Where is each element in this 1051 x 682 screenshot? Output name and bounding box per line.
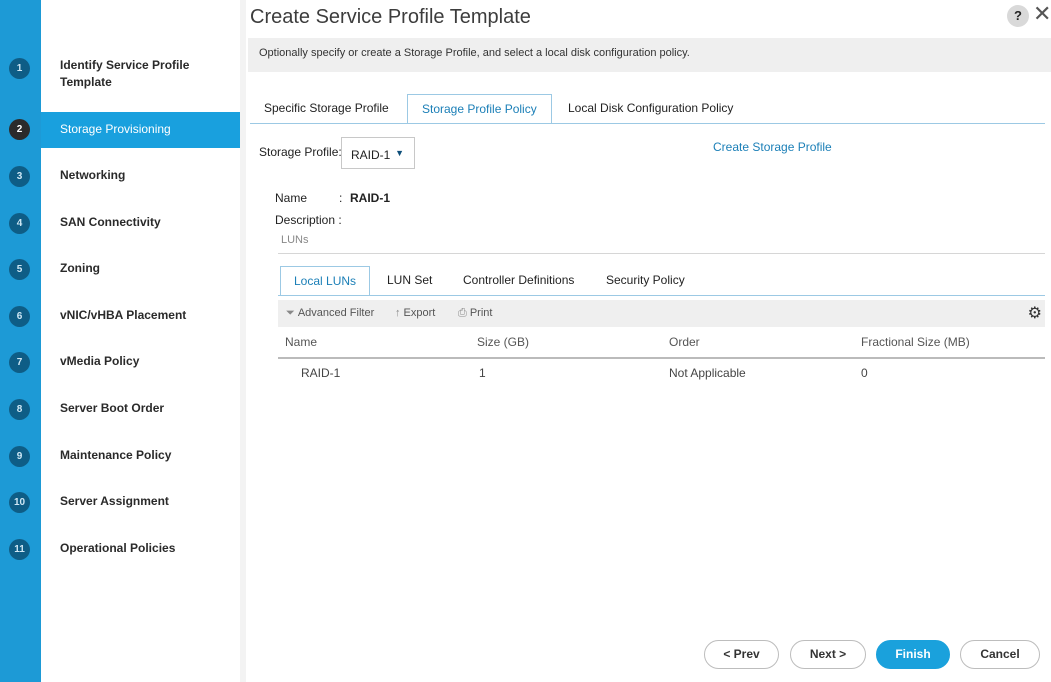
luns-divider [278,253,1045,254]
luns-section-label: LUNs [281,234,309,246]
tab-controller-definitions[interactable]: Controller Definitions [463,266,574,296]
step-number: 3 [9,166,30,187]
cell-order: Not Applicable [669,366,746,380]
name-separator: : [339,191,343,205]
panel-divider [240,0,246,682]
table-toolbar: ⏷ Advanced Filter ↑ Export ⎙ Print ⚙ [278,300,1045,327]
step-server-boot-order[interactable]: 8 Server Boot Order [0,391,240,427]
inner-tab-underline [278,295,1045,296]
wizard-dialog: 1 Identify Service Profile Template 2 St… [0,0,1051,682]
page-title: Create Service Profile Template [250,6,531,28]
step-storage-provisioning[interactable]: 2 Storage Provisioning [0,112,240,148]
export-icon: ↑ [395,307,401,319]
cell-fractional-size: 0 [861,366,868,380]
step-label: Operational Policies [60,541,176,555]
storage-profile-value: RAID-1 [351,148,391,162]
info-text: Optionally specify or create a Storage P… [259,47,690,59]
cell-name: RAID-1 [301,366,341,380]
print-label: Print [469,307,493,319]
export-button[interactable]: ↑ Export [395,307,435,319]
name-value: RAID-1 [350,191,391,205]
step-number: 2 [9,119,30,140]
export-label: Export [403,307,436,319]
column-header-order[interactable]: Order [669,335,700,349]
step-label: vNIC/vHBA Placement [60,308,187,322]
step-number: 6 [9,306,30,327]
advanced-filter-label: Advanced Filter [297,307,375,319]
step-number: 5 [9,259,30,280]
step-number: 11 [9,539,30,560]
step-maintenance-policy[interactable]: 9 Maintenance Policy [0,438,240,474]
print-icon: ⎙ [458,307,467,319]
step-server-assignment[interactable]: 10 Server Assignment [0,484,240,520]
step-number: 10 [9,492,30,513]
step-label: vMedia Policy [60,354,140,368]
step-label: Zoning [60,261,100,275]
finish-button[interactable]: Finish [876,640,950,669]
cancel-button[interactable]: Cancel [960,640,1040,669]
step-identify-service-profile-template[interactable]: 1 Identify Service Profile Template [0,48,240,89]
tab-specific-storage-profile[interactable]: Specific Storage Profile [264,94,389,124]
prev-button[interactable]: < Prev [704,640,779,669]
column-header-fractional-size[interactable]: Fractional Size (MB) [861,335,970,349]
next-button[interactable]: Next > [790,640,866,669]
step-label: Networking [60,168,126,182]
description-label: Description : [275,213,342,227]
step-label: SAN Connectivity [60,215,161,229]
cell-size: 1 [479,366,486,380]
column-header-name[interactable]: Name [285,335,317,349]
tab-security-policy[interactable]: Security Policy [606,266,685,296]
name-label: Name [275,191,308,205]
close-icon[interactable]: ✕ [1033,3,1051,25]
step-label: Identify Service Profile Template [60,58,190,89]
step-number: 4 [9,213,30,234]
storage-profile-select[interactable]: RAID-1 ▼ [341,137,415,169]
tab-lun-set[interactable]: LUN Set [387,266,432,296]
tab-local-luns[interactable]: Local LUNs [280,266,371,296]
step-vnic-vhba-placement[interactable]: 6 vNIC/vHBA Placement [0,298,240,334]
step-label: Storage Provisioning [60,122,171,136]
create-storage-profile-link[interactable]: Create Storage Profile [713,140,832,154]
step-operational-policies[interactable]: 11 Operational Policies [0,531,240,567]
table-header-divider [278,357,1045,359]
step-number: 8 [9,399,30,420]
step-vmedia-policy[interactable]: 7 vMedia Policy [0,344,240,380]
info-banner: Optionally specify or create a Storage P… [248,38,1051,72]
step-label: Server Assignment [60,494,169,508]
gear-icon[interactable]: ⚙ [1028,303,1042,323]
step-zoning[interactable]: 5 Zoning [0,251,240,287]
step-number: 1 [9,58,30,79]
storage-profile-label: Storage Profile: [259,145,342,159]
step-label: Server Boot Order [60,401,165,415]
chevron-down-icon: ▼ [395,148,404,158]
help-icon[interactable]: ? [1007,5,1029,27]
step-label: Maintenance Policy [60,448,172,462]
tab-storage-profile-policy[interactable]: Storage Profile Policy [407,94,552,124]
column-header-size[interactable]: Size (GB) [477,335,529,349]
step-san-connectivity[interactable]: 4 SAN Connectivity [0,205,240,241]
step-number: 9 [9,446,30,467]
step-navigation [41,0,240,682]
advanced-filter-button[interactable]: ⏷ Advanced Filter [286,307,374,320]
filter-icon: ⏷ [286,307,295,319]
print-button[interactable]: ⎙ Print [458,307,492,320]
tab-underline [250,123,1045,124]
tab-local-disk-configuration-policy[interactable]: Local Disk Configuration Policy [568,94,733,124]
step-number: 7 [9,352,30,373]
step-networking[interactable]: 3 Networking [0,158,240,194]
step-number-rail [0,0,41,682]
